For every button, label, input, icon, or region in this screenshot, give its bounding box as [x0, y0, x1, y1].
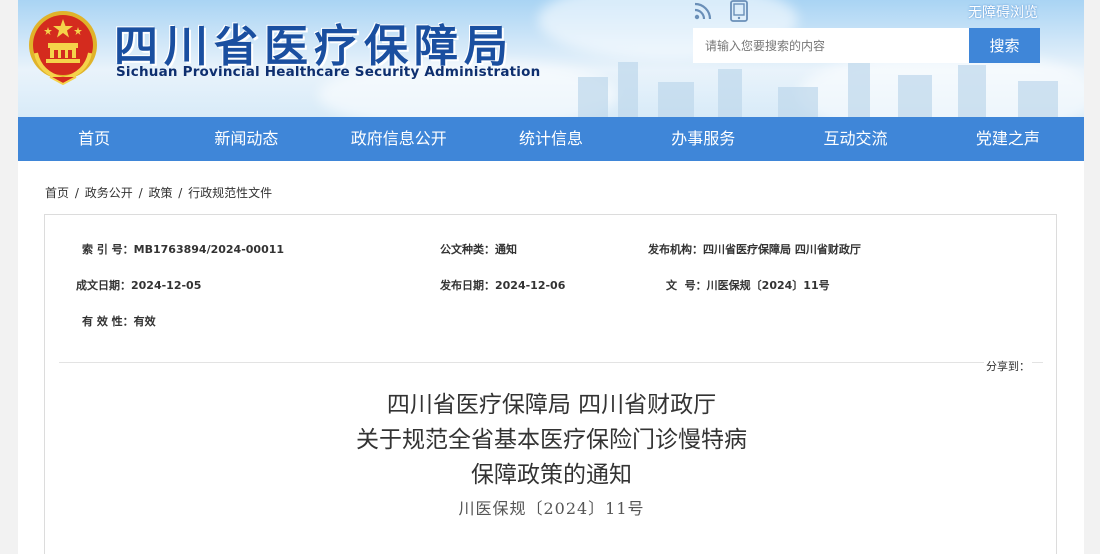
meta-validity-value: 有效 [133, 315, 156, 328]
breadcrumb-item-normative-docs[interactable]: 行政规范性文件 [188, 186, 272, 200]
meta-index-label: 索 引 号： [82, 243, 134, 256]
meta-doc-no-value: 川医保规〔2024〕11号 [706, 279, 830, 292]
site-header: 四川省医疗保障局 Sichuan Provincial Healthcare S… [18, 0, 1084, 117]
mobile-icon[interactable] [728, 0, 750, 22]
meta-index: 索 引 号：MB1763894/2024-00011 [82, 241, 284, 257]
meta-issuer: 发布机构：四川省医疗保障局 四川省财政厅 [648, 241, 861, 257]
national-emblem-icon[interactable] [26, 7, 100, 87]
meta-written-date: 成文日期：2024-12-05 [76, 277, 201, 293]
meta-publish-date: 发布日期：2024-12-06 [440, 277, 565, 293]
document-meta-box: 索 引 号：MB1763894/2024-00011 公文种类：通知 发布机构：… [44, 214, 1057, 554]
divider [59, 362, 1043, 363]
document-title-line-1: 四川省医疗保障局 四川省财政厅 [386, 392, 717, 418]
site-subtitle: Sichuan Provincial Healthcare Security A… [116, 64, 541, 80]
nav-item-statistics[interactable]: 统计信息 [475, 117, 627, 161]
document-title-line-3: 保障政策的通知 [471, 462, 632, 488]
page: 四川省医疗保障局 Sichuan Provincial Healthcare S… [0, 0, 1100, 554]
meta-written-date-value: 2024-12-05 [131, 279, 202, 292]
meta-doc-type-label: 公文种类： [440, 243, 495, 256]
meta-validity-label: 有 效 性： [82, 315, 134, 328]
meta-doc-type: 公文种类：通知 [440, 241, 517, 257]
share-label[interactable]: 分享到： [984, 358, 1032, 374]
content-area: 首页 / 政务公开 / 政策 / 行政规范性文件 索 引 号：MB1763894… [18, 161, 1084, 554]
document-number: 川医保规〔2024〕11号 [458, 499, 645, 518]
breadcrumb-item-home[interactable]: 首页 [45, 186, 69, 200]
meta-written-date-label: 成文日期： [76, 279, 131, 292]
nav-item-party-building[interactable]: 党建之声 [932, 117, 1084, 161]
meta-issuer-label: 发布机构： [648, 243, 703, 256]
meta-doc-type-value: 通知 [495, 243, 517, 256]
breadcrumb-separator: / [138, 186, 143, 200]
rss-icon[interactable] [692, 0, 714, 22]
meta-validity: 有 效 性：有效 [82, 313, 156, 329]
nav-item-news[interactable]: 新闻动态 [170, 117, 322, 161]
meta-issuer-value: 四川省医疗保障局 四川省财政厅 [703, 243, 861, 256]
nav-item-gov-info[interactable]: 政府信息公开 [323, 117, 475, 161]
meta-doc-no-label: 文 号： [666, 279, 707, 292]
top-icons [692, 0, 750, 22]
search-button[interactable]: 搜索 [969, 28, 1040, 63]
breadcrumb-separator: / [74, 186, 79, 200]
nav-item-services[interactable]: 办事服务 [627, 117, 779, 161]
nav-item-interaction[interactable]: 互动交流 [779, 117, 931, 161]
document-title-line-2: 关于规范全省基本医疗保险门诊慢特病 [356, 427, 747, 453]
accessibility-link[interactable]: 无障碍浏览 [968, 2, 1038, 22]
meta-index-value: MB1763894/2024-00011 [133, 243, 285, 256]
nav-item-home[interactable]: 首页 [18, 117, 170, 161]
main-nav: 首页 新闻动态 政府信息公开 统计信息 办事服务 互动交流 党建之声 [18, 117, 1084, 161]
breadcrumb-item-gov-affairs[interactable]: 政务公开 [85, 186, 133, 200]
search-input[interactable] [693, 28, 969, 63]
meta-doc-no: 文 号：川医保规〔2024〕11号 [666, 277, 830, 293]
breadcrumb: 首页 / 政务公开 / 政策 / 行政规范性文件 [44, 184, 273, 201]
breadcrumb-item-policy[interactable]: 政策 [148, 186, 172, 200]
meta-publish-date-value: 2024-12-06 [495, 279, 566, 292]
meta-publish-date-label: 发布日期： [440, 279, 495, 292]
breadcrumb-separator: / [178, 186, 183, 200]
